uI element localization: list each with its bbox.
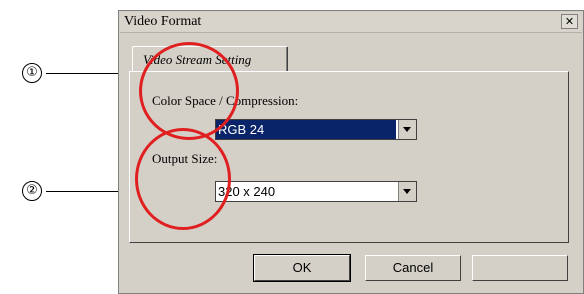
apply-button[interactable] [472,255,568,281]
title-bar: Video Format ✕ [120,12,582,33]
callout-2: ② [22,181,42,201]
chevron-down-icon[interactable] [398,120,416,139]
ok-button[interactable]: OK [253,254,351,282]
chevron-down-icon[interactable] [398,182,416,201]
callout-1: ① [22,63,42,83]
highlight-circle-1 [139,42,239,140]
window-title: Video Format [124,14,202,29]
color-space-value: RGB 24 [216,120,396,139]
output-size-dropdown[interactable]: 320 x 240 [215,181,417,202]
highlight-circle-2 [135,128,231,230]
color-space-dropdown[interactable]: RGB 24 [215,119,417,140]
output-size-value: 320 x 240 [218,184,276,199]
cancel-button[interactable]: Cancel [365,255,461,281]
close-button[interactable]: ✕ [561,14,578,29]
